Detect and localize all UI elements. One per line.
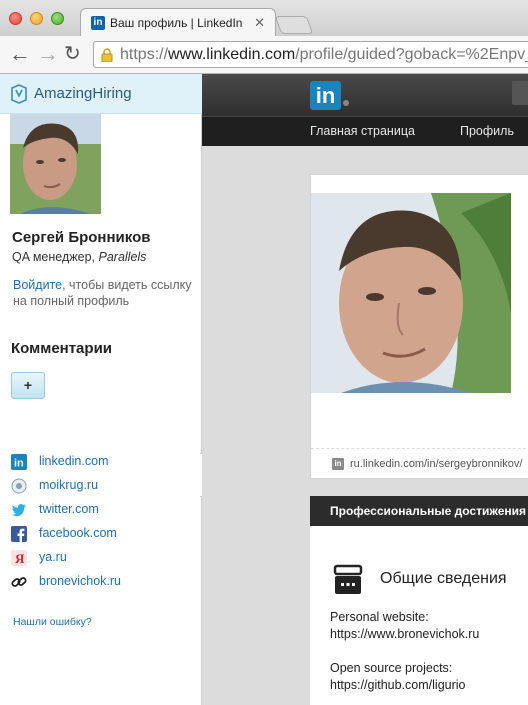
url-text: https://www.linkedin.com/profile/guided?… bbox=[120, 46, 528, 63]
avatar bbox=[10, 114, 101, 214]
person-company: Parallels bbox=[98, 250, 147, 264]
svg-text:in: in bbox=[14, 458, 24, 470]
moikrug-icon bbox=[11, 478, 27, 494]
amazinghiring-sidebar: AmazingHiring Сергей Бронников QA менедж… bbox=[0, 74, 202, 705]
address-bar[interactable]: https://www.linkedin.com/profile/guided?… bbox=[93, 41, 528, 68]
tab-close-icon[interactable]: ✕ bbox=[254, 15, 265, 31]
person-name: Сергей Бронников bbox=[12, 229, 151, 246]
oss-value[interactable]: https://github.com/ligurio bbox=[330, 678, 466, 692]
minimize-window-button[interactable] bbox=[30, 12, 43, 25]
login-note: Войдите, чтобы видеть ссылку на полный п… bbox=[13, 278, 192, 308]
sidebar-brand: AmazingHiring bbox=[34, 85, 132, 102]
registered-mark-icon bbox=[343, 100, 349, 106]
svg-text:Я: Я bbox=[15, 551, 25, 566]
browser-window: in Ваш профиль | LinkedIn ✕ ← → ↻ https:… bbox=[0, 0, 528, 705]
link-label[interactable]: linkedin.com bbox=[39, 454, 108, 468]
link-label[interactable]: moikrug.ru bbox=[39, 478, 98, 492]
login-link[interactable]: Войдите bbox=[13, 278, 62, 292]
browser-toolbar: ← → ↻ https://www.linkedin.com/profile/g… bbox=[0, 36, 528, 74]
link-label[interactable]: bronevichok.ru bbox=[39, 574, 121, 588]
linkedin-logo[interactable]: in bbox=[310, 81, 341, 110]
profile-url-row: in ru.linkedin.com/in/sergeybronnikov/ bbox=[311, 448, 528, 478]
chain-link-icon bbox=[11, 577, 27, 587]
comments-title: Комментарии bbox=[11, 340, 113, 357]
add-comment-button[interactable]: + bbox=[11, 372, 45, 399]
linkedin-content: in ru.linkedin.com/in/sergeybronnikov/ П… bbox=[202, 146, 528, 705]
lock-icon bbox=[101, 48, 113, 62]
section-bar: Профессиональные достижения bbox=[310, 496, 528, 526]
link-label[interactable]: ya.ru bbox=[39, 550, 67, 564]
title-bar: in Ваш профиль | LinkedIn ✕ bbox=[0, 0, 528, 36]
menu-icon[interactable] bbox=[512, 81, 528, 105]
report-error-link[interactable]: Нашли ошибку? bbox=[13, 616, 92, 628]
linkedin-header: in bbox=[202, 74, 528, 116]
tab-title: Ваш профиль | LinkedIn bbox=[110, 16, 243, 30]
browser-tab[interactable]: in Ваш профиль | LinkedIn ✕ bbox=[80, 8, 276, 36]
twitter-icon bbox=[11, 504, 26, 517]
new-tab-button[interactable] bbox=[274, 16, 314, 34]
sidebar-header: AmazingHiring bbox=[0, 74, 202, 114]
maximize-window-button[interactable] bbox=[51, 12, 64, 25]
linkedin-favicon-icon: in bbox=[91, 16, 105, 30]
linkedin-icon: in bbox=[11, 454, 27, 470]
website-label: Personal website: bbox=[330, 610, 429, 624]
linkedin-icon: in bbox=[332, 458, 344, 470]
link-label[interactable]: facebook.com bbox=[39, 526, 117, 540]
section-bar-title: Профессиональные достижения bbox=[330, 504, 526, 518]
oss-label: Open source projects: bbox=[330, 661, 453, 675]
back-arrow-icon[interactable]: ← bbox=[9, 43, 31, 65]
person-role: QA менеджер, Parallels bbox=[12, 250, 147, 264]
nav-home[interactable]: Главная страница bbox=[310, 124, 415, 138]
reload-icon[interactable]: ↻ bbox=[64, 43, 81, 65]
linkedin-nav: Главная страница Профиль bbox=[202, 116, 528, 146]
profile-url[interactable]: ru.linkedin.com/in/sergeybronnikov/ bbox=[350, 458, 522, 470]
info-title: Общие сведения bbox=[380, 570, 507, 587]
amazinghiring-logo-icon bbox=[11, 84, 27, 104]
close-window-button[interactable] bbox=[9, 12, 22, 25]
facebook-icon bbox=[11, 526, 27, 542]
general-info-card: Общие сведения Personal website: https:/… bbox=[310, 526, 528, 705]
website-value[interactable]: https://www.bronevichok.ru bbox=[330, 627, 479, 641]
forward-arrow-icon[interactable]: → bbox=[37, 43, 59, 65]
profile-card: in ru.linkedin.com/in/sergeybronnikov/ bbox=[310, 174, 528, 479]
yandex-icon: Я bbox=[11, 550, 27, 566]
archive-box-icon bbox=[333, 564, 363, 594]
link-label[interactable]: twitter.com bbox=[39, 502, 99, 516]
nav-profile[interactable]: Профиль bbox=[460, 124, 514, 138]
profile-photo[interactable] bbox=[311, 193, 511, 393]
